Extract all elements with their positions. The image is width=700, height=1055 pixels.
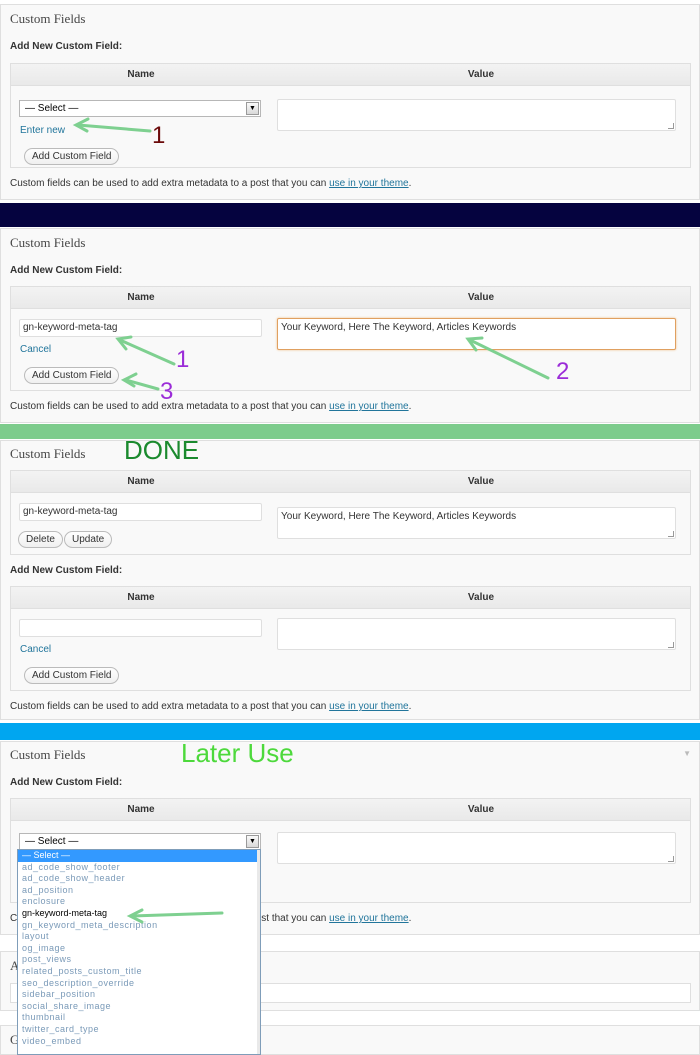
cancel-link[interactable]: Cancel [20,644,51,655]
value-column-header: Value [467,292,495,303]
custom-field-table: Name Value Cancel Add Custom Field [10,586,691,691]
select-value: — Select — [25,103,79,114]
add-custom-field-button[interactable]: Add Custom Field [24,667,120,684]
existing-key-input[interactable]: gn-keyword-meta-tag [19,503,262,521]
value-textarea[interactable] [277,99,676,131]
dropdown-option[interactable]: thumbnail [18,1012,260,1024]
value-textarea[interactable] [277,832,676,864]
use-in-your-theme-link[interactable]: use in your theme [329,401,409,412]
dropdown-option[interactable]: ad_code_show_footer [18,862,260,874]
value-column-header: Value [467,804,495,815]
dropdown-option[interactable]: ad_code_show_header [18,873,260,885]
triangle-down-icon[interactable]: ▼ [683,749,691,758]
existing-field-table: Name Value gn-keyword-meta-tag Your Keyw… [10,470,691,555]
dropdown-option[interactable]: social_share_image [18,1001,260,1013]
resize-grip-icon[interactable] [668,856,674,862]
dropdown-scrollbar[interactable] [257,850,260,1054]
dropdown-option[interactable]: enclosure [18,896,260,908]
use-in-your-theme-link[interactable]: use in your theme [329,178,409,189]
separator-band-navy [0,203,700,227]
value-column-header: Value [467,69,495,80]
dropdown-option[interactable]: gn-keyword-meta-tag [18,908,260,920]
panel-title: Custom Fields [10,235,86,250]
dropdown-option[interactable]: related_posts_custom_title [18,966,260,978]
value-textarea[interactable]: Your Keyword, Here The Keyword, Articles… [277,318,676,350]
custom-fields-panel-2: Custom Fields Add New Custom Field: Name… [0,228,700,423]
panel-title: Custom Fields [10,747,86,762]
existing-value-textarea[interactable]: Your Keyword, Here The Keyword, Articles… [277,507,676,539]
update-button[interactable]: Update [64,531,113,548]
dropdown-option[interactable]: post_views [18,954,260,966]
add-new-heading: Add New Custom Field: [10,265,123,276]
resize-grip-icon[interactable] [668,123,674,129]
add-custom-field-button[interactable]: Add Custom Field [24,148,120,165]
add-new-heading: Add New Custom Field: [10,565,123,576]
dropdown-option[interactable]: layout [18,931,260,943]
annotation-number-2: 2 [556,358,570,385]
dropdown-option[interactable]: seo_description_override [18,978,260,990]
separator-band-green [0,424,700,439]
help-text: Custom fields can be used to add extra m… [10,178,412,189]
table-header: Name Value [11,471,690,493]
panel-title: Custom Fields [10,11,86,26]
dropdown-option[interactable]: ad_position [18,885,260,897]
table-header: Name Value [11,587,690,609]
select-value: — Select — [25,836,79,847]
add-custom-field-button[interactable]: Add Custom Field [24,367,120,384]
delete-button[interactable]: Delete [18,531,63,548]
custom-field-table: Name Value gn-keyword-meta-tag Your Keyw… [10,286,691,391]
name-column-header: Name [127,592,155,603]
value-textarea[interactable] [277,618,676,650]
enter-new-link[interactable]: Enter new [20,125,65,136]
later-use-label: Later Use [181,738,294,768]
name-column-header: Name [127,69,155,80]
value-column-header: Value [467,476,495,487]
panel-title: Custom Fields [10,446,86,461]
new-key-input[interactable]: gn-keyword-meta-tag [19,319,262,337]
value-column-header: Value [467,592,495,603]
name-column-header: Name [127,804,155,815]
dropdown-option[interactable]: video_embed [18,1036,260,1048]
custom-field-table: Name Value — Select — ▼ Enter new Add Cu… [10,63,691,168]
annotation-number-3: 3 [160,378,174,405]
chevron-down-icon[interactable]: ▼ [246,102,259,115]
new-key-input[interactable] [19,619,262,637]
custom-fields-panel-1: Custom Fields Add New Custom Field: Name… [0,4,700,200]
annotation-number-1: 1 [152,122,166,149]
key-select[interactable]: — Select — ▼ [19,100,261,117]
help-text: Custom fields can be used to add extra m… [10,401,412,412]
key-select-dropdown-list[interactable]: — Select — ad_code_show_footer ad_code_sho… [17,849,261,1055]
table-header: Name Value [11,287,690,309]
use-in-your-theme-link[interactable]: use in your theme [329,913,409,924]
table-header: Name Value [11,799,690,821]
dropdown-option[interactable]: og_image [18,943,260,955]
table-header: Name Value [11,64,690,86]
chevron-down-icon[interactable]: ▼ [246,835,259,848]
done-label: DONE [124,435,200,465]
dropdown-option[interactable]: — Select — [18,850,260,862]
add-new-heading: Add New Custom Field: [10,777,123,788]
help-text: Custom fields can be used to add extra m… [10,701,412,712]
name-column-header: Name [127,476,155,487]
dropdown-option[interactable]: gn_keyword_meta_description [18,920,260,932]
dropdown-option[interactable]: twitter_card_type [18,1024,260,1036]
separator-band-blue [0,723,700,740]
cancel-link[interactable]: Cancel [20,344,51,355]
annotation-number-1: 1 [176,346,190,373]
resize-grip-icon[interactable] [668,531,674,537]
dropdown-option[interactable]: sidebar_position [18,989,260,1001]
resize-grip-icon[interactable] [668,642,674,648]
name-column-header: Name [127,292,155,303]
add-new-heading: Add New Custom Field: [10,41,123,52]
use-in-your-theme-link[interactable]: use in your theme [329,701,409,712]
custom-fields-panel-3: Custom Fields Name Value gn-keyword-meta… [0,440,700,720]
key-select[interactable]: — Select — ▼ [19,833,261,850]
